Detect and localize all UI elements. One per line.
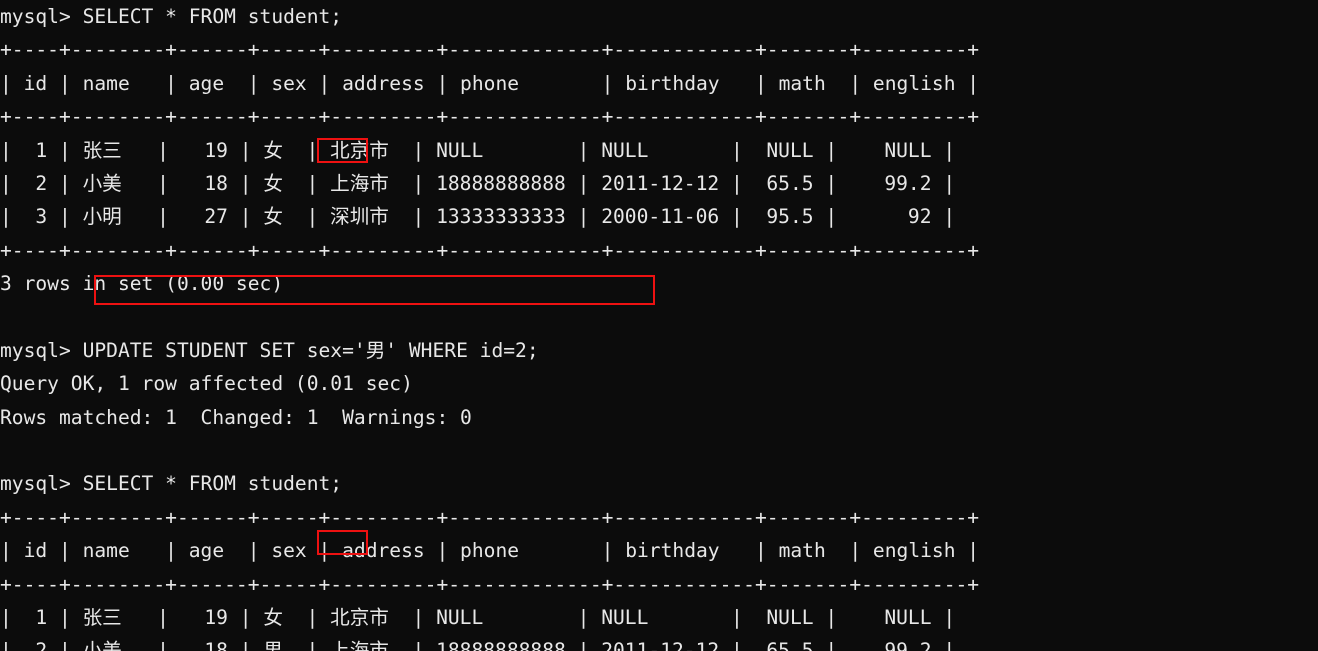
prompt-update: mysql> xyxy=(0,339,83,362)
mysql-terminal[interactable]: mysql> SELECT * FROM student; +----+----… xyxy=(0,0,1318,651)
blank-line-1 xyxy=(0,301,1318,334)
table2-top-separator: +----+--------+------+-----+---------+--… xyxy=(0,501,1318,534)
table1-header-separator: +----+--------+------+-----+---------+--… xyxy=(0,100,1318,133)
table1-header-row: | id | name | age | sex | address | phon… xyxy=(0,67,1318,100)
command-select-second: mysql> SELECT * FROM student; xyxy=(0,467,1318,500)
table1-top-separator: +----+--------+------+-----+---------+--… xyxy=(0,33,1318,66)
table2-row-2: | 2 | 小美 | 18 | 男 | 上海市 | 18888888888 | … xyxy=(0,634,1318,651)
table1-row-1: | 1 | 张三 | 19 | 女 | 北京市 | NULL | NULL | … xyxy=(0,134,1318,167)
update-statement: UPDATE STUDENT SET sex='男' WHERE id=2; xyxy=(83,339,539,362)
command-select-first: mysql> SELECT * FROM student; xyxy=(0,0,1318,33)
table2-row-1: | 1 | 张三 | 19 | 女 | 北京市 | NULL | NULL | … xyxy=(0,601,1318,634)
table2-header-separator: +----+--------+------+-----+---------+--… xyxy=(0,568,1318,601)
blank-line-2 xyxy=(0,434,1318,467)
query-ok-message: Query OK, 1 row affected (0.01 sec) xyxy=(0,367,1318,400)
table2-header-row: | id | name | age | sex | address | phon… xyxy=(0,534,1318,567)
table1-row-3: | 3 | 小明 | 27 | 女 | 深圳市 | 13333333333 | … xyxy=(0,200,1318,233)
rows-matched-message: Rows matched: 1 Changed: 1 Warnings: 0 xyxy=(0,401,1318,434)
table1-row-2: | 2 | 小美 | 18 | 女 | 上海市 | 18888888888 | … xyxy=(0,167,1318,200)
command-update-line: mysql> UPDATE STUDENT SET sex='男' WHERE … xyxy=(0,334,1318,367)
result-rows-first: 3 rows in set (0.00 sec) xyxy=(0,267,1318,300)
table1-bottom-separator: +----+--------+------+-----+---------+--… xyxy=(0,234,1318,267)
